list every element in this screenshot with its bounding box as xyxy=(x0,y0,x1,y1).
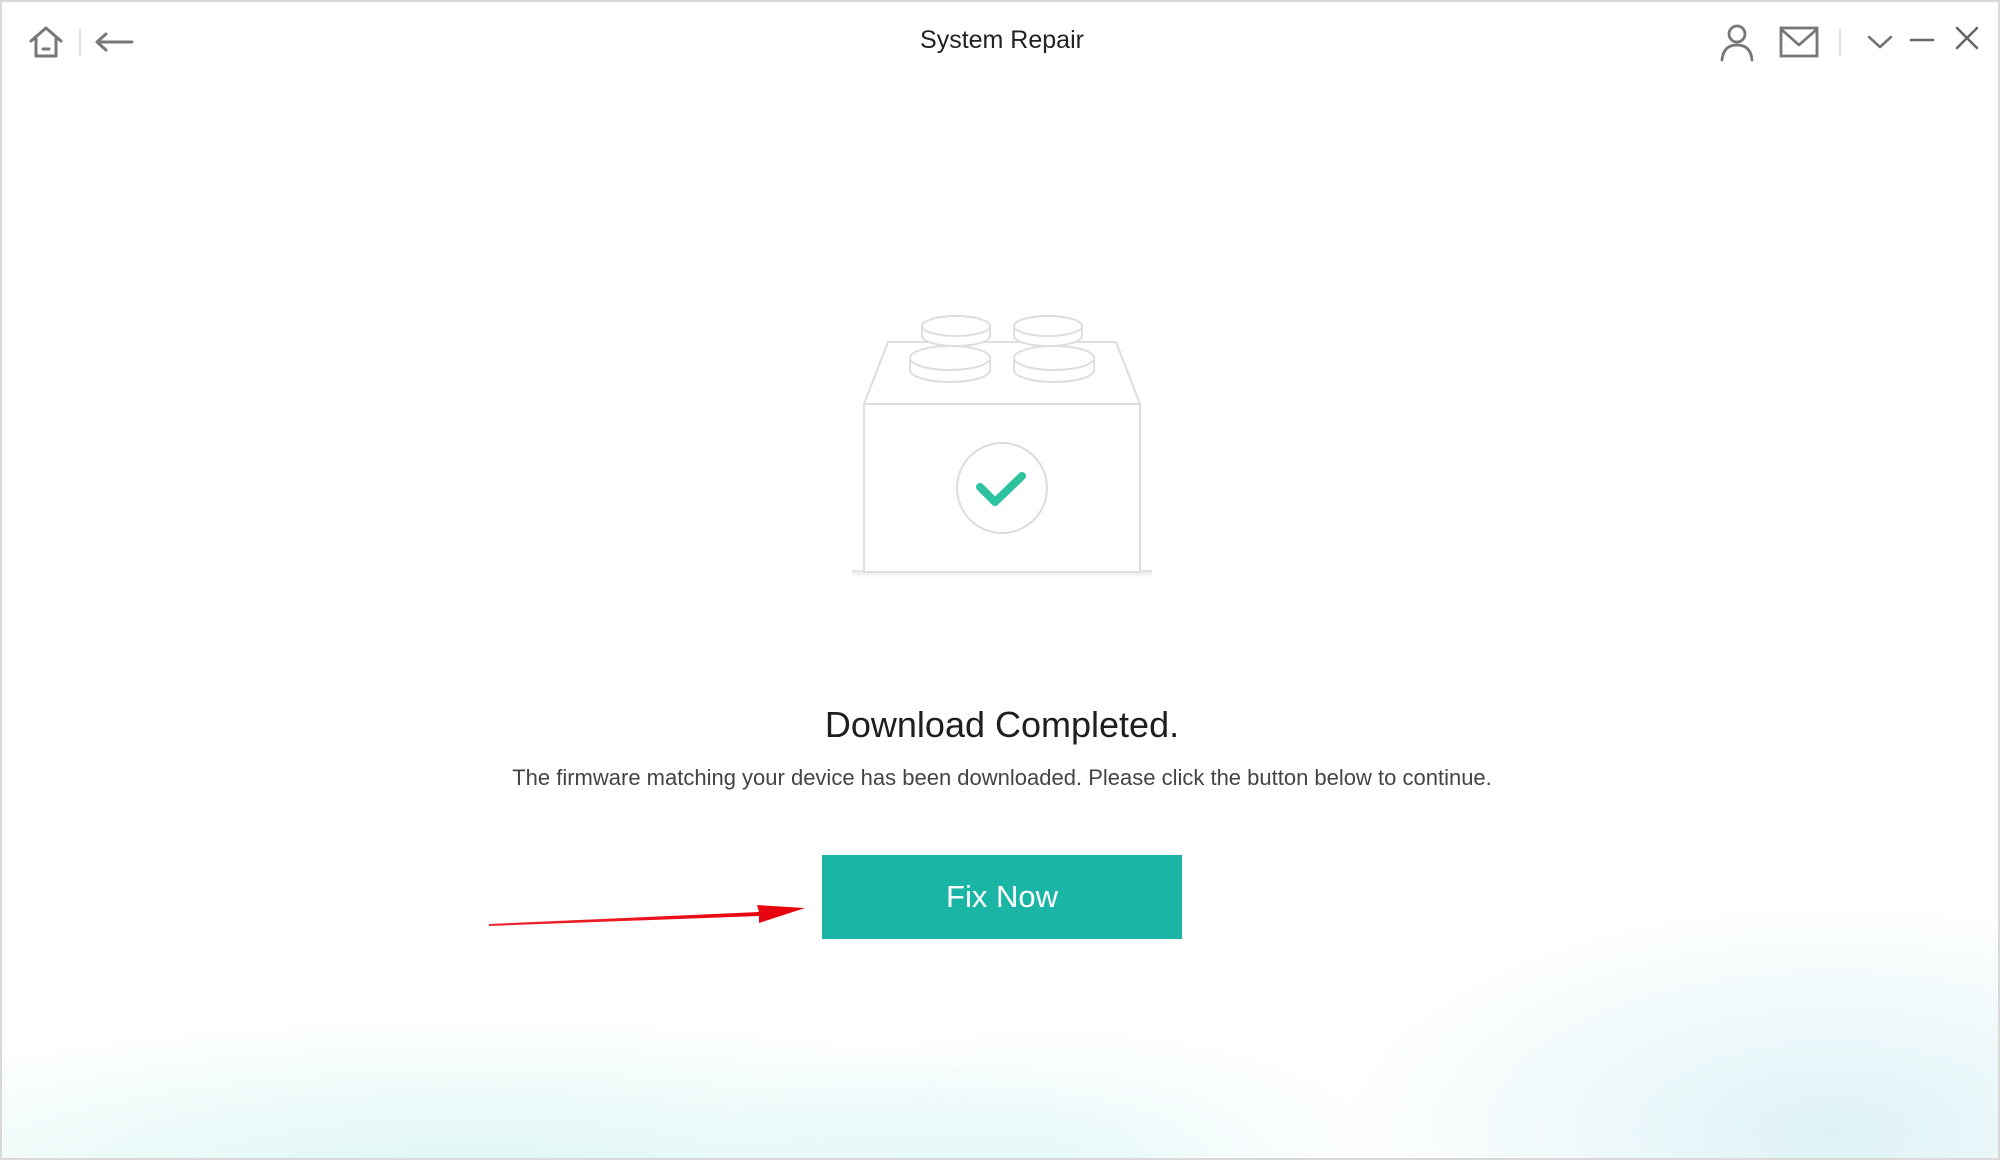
back-button[interactable] xyxy=(90,20,138,64)
account-button[interactable] xyxy=(1714,19,1760,65)
close-button[interactable] xyxy=(1947,18,1987,58)
status-description: The firmware matching your device has be… xyxy=(512,765,1492,790)
user-icon xyxy=(1720,24,1754,62)
illustration xyxy=(842,312,1162,592)
app-window: System Repair Download Completed. The fi… xyxy=(0,0,2000,1160)
chevron-down-icon xyxy=(1867,35,1893,49)
mail-icon xyxy=(1779,26,1819,58)
menu-dropdown-button[interactable] xyxy=(1860,22,1900,62)
title-bar: System Repair xyxy=(2,2,1998,82)
status-heading: Download Completed. xyxy=(824,704,1180,745)
lego-brick-check-icon xyxy=(852,315,1152,580)
red-arrow-icon xyxy=(489,905,805,926)
window-title: System Repair xyxy=(920,26,1084,54)
toolbar-separator xyxy=(79,28,81,56)
fix-now-button[interactable]: Fix Now xyxy=(822,855,1182,939)
home-button[interactable] xyxy=(24,20,68,64)
close-icon xyxy=(1955,26,1979,50)
home-icon xyxy=(29,26,63,58)
minimize-icon xyxy=(1909,38,1935,42)
minimize-button[interactable] xyxy=(1902,20,1942,60)
mail-button[interactable] xyxy=(1774,19,1824,65)
back-arrow-icon xyxy=(95,32,134,52)
toolbar-separator xyxy=(1839,28,1841,56)
